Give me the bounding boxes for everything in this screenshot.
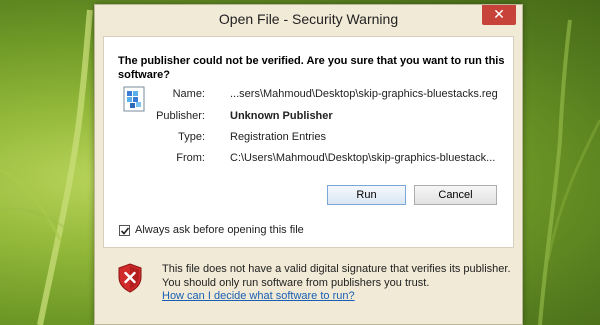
always-ask-label[interactable]: Always ask before opening this file xyxy=(135,224,304,236)
close-button[interactable]: ✕ xyxy=(482,5,516,25)
shield-warning-icon xyxy=(118,263,142,293)
always-ask-checkbox[interactable] xyxy=(119,225,130,236)
from-value: C:\Users\Mahmoud\Desktop\skip-graphics-b… xyxy=(230,152,496,164)
type-value: Registration Entries xyxy=(230,131,326,143)
name-label: Name: xyxy=(172,88,205,100)
from-label: From: xyxy=(176,152,205,164)
window-title: Open File - Security Warning xyxy=(218,11,399,27)
publisher-label: Publisher: xyxy=(156,110,205,122)
dialog-content: The publisher could not be verified. Are… xyxy=(103,36,514,248)
type-label: Type: xyxy=(178,131,205,143)
run-button[interactable]: Run xyxy=(327,185,406,205)
registry-file-icon xyxy=(123,86,145,112)
help-link[interactable]: How can I decide what software to run? xyxy=(162,290,355,302)
publisher-value: Unknown Publisher xyxy=(230,110,333,122)
checkmark-icon xyxy=(120,227,130,235)
publisher-question: The publisher could not be verified. Are… xyxy=(118,55,505,81)
cancel-button[interactable]: Cancel xyxy=(414,185,497,205)
name-value: ...sers\Mahmoud\Desktop\skip-graphics-bl… xyxy=(230,88,498,100)
security-warning-dialog: Open File - Security Warning ✕ The publi… xyxy=(94,4,523,325)
signature-warning-text: This file does not have a valid digital … xyxy=(162,263,511,289)
title-bar[interactable]: Open File - Security Warning ✕ xyxy=(95,5,522,35)
